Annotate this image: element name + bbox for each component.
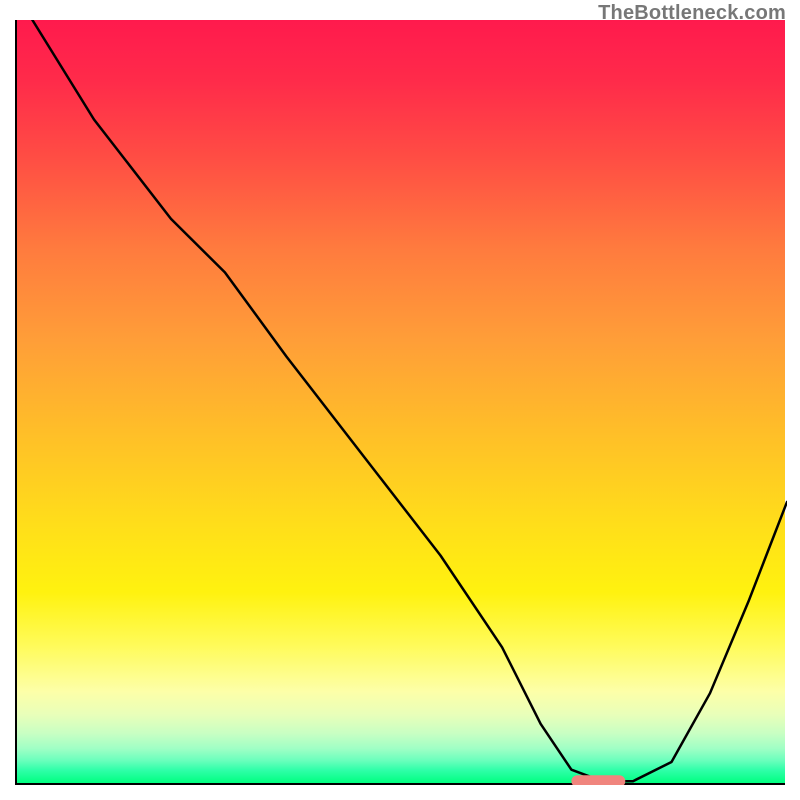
bottleneck-gradient-background <box>17 20 785 783</box>
chart-plot-area <box>15 20 785 785</box>
